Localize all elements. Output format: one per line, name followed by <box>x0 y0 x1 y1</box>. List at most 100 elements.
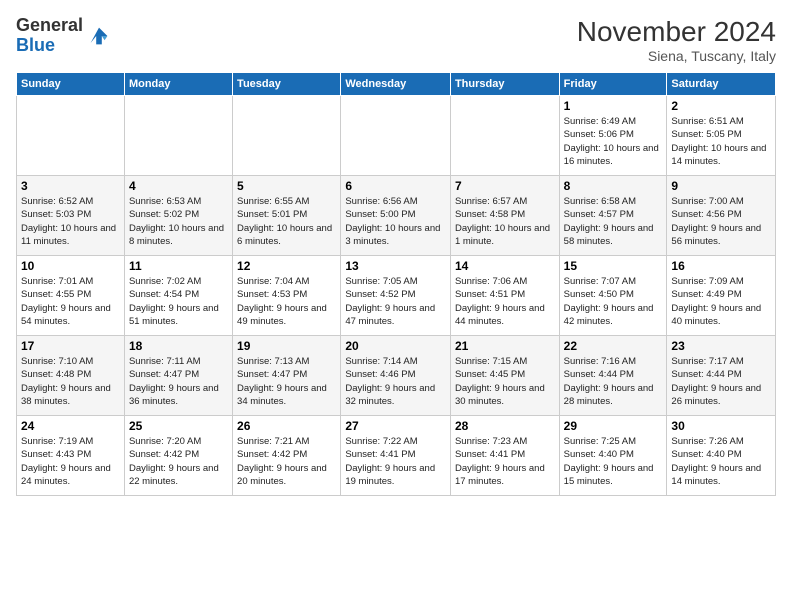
calendar-cell: 11Sunrise: 7:02 AM Sunset: 4:54 PM Dayli… <box>124 256 232 336</box>
location: Siena, Tuscany, Italy <box>577 48 776 64</box>
calendar-cell: 16 Sunrise: 7:09 AM Sunset: 4:49 PM Dayli… <box>667 256 776 336</box>
day-number: 8 <box>564 179 663 193</box>
day-info: Sunrise: 7:23 AM Sunset: 4:41 PM Dayligh… <box>455 435 555 488</box>
day-number: 16 <box>671 259 771 273</box>
day-info: Sunrise: 7:11 AM Sunset: 4:47 PM Dayligh… <box>129 355 228 408</box>
day-info: Sunrise: 6:56 AM Sunset: 5:00 PM Dayligh… <box>345 195 446 248</box>
calendar-cell: 23 Sunrise: 7:17 AM Sunset: 4:44 PM Dayli… <box>667 336 776 416</box>
day-number: 21 <box>455 339 555 353</box>
calendar-cell: 14 Sunrise: 7:06 AM Sunset: 4:51 PM Dayli… <box>450 256 559 336</box>
day-number: 24 <box>21 419 120 433</box>
weekday-header-saturday: Saturday <box>667 73 776 96</box>
day-number: 7 <box>455 179 555 193</box>
calendar-cell: 3 Sunrise: 6:52 AM Sunset: 5:03 PM Daylig… <box>17 176 125 256</box>
day-number: 5 <box>237 179 336 193</box>
calendar-cell: 7Sunrise: 6:57 AM Sunset: 4:58 PM Daylig… <box>450 176 559 256</box>
day-info: Sunrise: 6:51 AM Sunset: 5:05 PM Dayligh… <box>671 115 771 168</box>
day-info: Sunrise: 7:01 AM Sunset: 4:55 PM Dayligh… <box>21 275 120 328</box>
day-number: 4 <box>129 179 228 193</box>
calendar-cell <box>124 96 232 176</box>
calendar-cell: 25 Sunrise: 7:20 AM Sunset: 4:42 PM Dayli… <box>124 416 232 496</box>
calendar-cell: 8 Sunrise: 6:58 AM Sunset: 4:57 PM Daylig… <box>559 176 667 256</box>
day-info: Sunrise: 6:58 AM Sunset: 4:57 PM Dayligh… <box>564 195 663 248</box>
calendar-cell: 29 Sunrise: 7:25 AM Sunset: 4:40 PM Dayli… <box>559 416 667 496</box>
day-number: 19 <box>237 339 336 353</box>
day-info: Sunrise: 7:17 AM Sunset: 4:44 PM Dayligh… <box>671 355 771 408</box>
day-number: 20 <box>345 339 446 353</box>
day-info: Sunrise: 7:15 AM Sunset: 4:45 PM Dayligh… <box>455 355 555 408</box>
day-info: Sunrise: 7:21 AM Sunset: 4:42 PM Dayligh… <box>237 435 336 488</box>
day-number: 22 <box>564 339 663 353</box>
day-info: Sunrise: 7:09 AM Sunset: 4:49 PM Dayligh… <box>671 275 771 328</box>
calendar-table: SundayMondayTuesdayWednesdayThursdayFrid… <box>16 72 776 496</box>
calendar-cell: 2Sunrise: 6:51 AM Sunset: 5:05 PM Daylig… <box>667 96 776 176</box>
calendar-cell: 10Sunrise: 7:01 AM Sunset: 4:55 PM Dayli… <box>17 256 125 336</box>
day-info: Sunrise: 7:05 AM Sunset: 4:52 PM Dayligh… <box>345 275 446 328</box>
calendar-cell: 15Sunrise: 7:07 AM Sunset: 4:50 PM Dayli… <box>559 256 667 336</box>
calendar-cell: 5 Sunrise: 6:55 AM Sunset: 5:01 PM Daylig… <box>233 176 341 256</box>
month-title: November 2024 <box>577 16 776 48</box>
title-area: November 2024 Siena, Tuscany, Italy <box>577 16 776 64</box>
calendar-cell: 24 Sunrise: 7:19 AM Sunset: 4:43 PM Dayli… <box>17 416 125 496</box>
day-info: Sunrise: 7:07 AM Sunset: 4:50 PM Dayligh… <box>564 275 663 328</box>
calendar-cell <box>341 96 451 176</box>
day-info: Sunrise: 6:49 AM Sunset: 5:06 PM Dayligh… <box>564 115 663 168</box>
logo: General Blue <box>16 16 113 56</box>
day-number: 1 <box>564 99 663 113</box>
day-info: Sunrise: 7:19 AM Sunset: 4:43 PM Dayligh… <box>21 435 120 488</box>
day-info: Sunrise: 7:26 AM Sunset: 4:40 PM Dayligh… <box>671 435 771 488</box>
calendar-cell: 28 Sunrise: 7:23 AM Sunset: 4:41 PM Dayli… <box>450 416 559 496</box>
day-number: 30 <box>671 419 771 433</box>
day-number: 17 <box>21 339 120 353</box>
logo-blue: Blue <box>16 35 55 55</box>
calendar-week-4: 17 Sunrise: 7:10 AM Sunset: 4:48 PM Dayli… <box>17 336 776 416</box>
day-info: Sunrise: 6:52 AM Sunset: 5:03 PM Dayligh… <box>21 195 120 248</box>
day-info: Sunrise: 7:25 AM Sunset: 4:40 PM Dayligh… <box>564 435 663 488</box>
calendar-cell: 22 Sunrise: 7:16 AM Sunset: 4:44 PM Dayli… <box>559 336 667 416</box>
day-number: 23 <box>671 339 771 353</box>
day-info: Sunrise: 7:22 AM Sunset: 4:41 PM Dayligh… <box>345 435 446 488</box>
day-number: 3 <box>21 179 120 193</box>
day-info: Sunrise: 6:53 AM Sunset: 5:02 PM Dayligh… <box>129 195 228 248</box>
day-info: Sunrise: 7:20 AM Sunset: 4:42 PM Dayligh… <box>129 435 228 488</box>
calendar-cell: 27 Sunrise: 7:22 AM Sunset: 4:41 PM Dayli… <box>341 416 451 496</box>
calendar-cell: 20 Sunrise: 7:14 AM Sunset: 4:46 PM Dayli… <box>341 336 451 416</box>
day-number: 26 <box>237 419 336 433</box>
day-info: Sunrise: 7:14 AM Sunset: 4:46 PM Dayligh… <box>345 355 446 408</box>
day-number: 25 <box>129 419 228 433</box>
calendar-cell: 9 Sunrise: 7:00 AM Sunset: 4:56 PM Daylig… <box>667 176 776 256</box>
day-info: Sunrise: 7:04 AM Sunset: 4:53 PM Dayligh… <box>237 275 336 328</box>
day-info: Sunrise: 7:06 AM Sunset: 4:51 PM Dayligh… <box>455 275 555 328</box>
weekday-header-sunday: Sunday <box>17 73 125 96</box>
calendar-week-5: 24 Sunrise: 7:19 AM Sunset: 4:43 PM Dayli… <box>17 416 776 496</box>
day-number: 9 <box>671 179 771 193</box>
day-info: Sunrise: 7:16 AM Sunset: 4:44 PM Dayligh… <box>564 355 663 408</box>
calendar-week-3: 10Sunrise: 7:01 AM Sunset: 4:55 PM Dayli… <box>17 256 776 336</box>
weekday-header-thursday: Thursday <box>450 73 559 96</box>
weekday-header-wednesday: Wednesday <box>341 73 451 96</box>
logo-icon <box>85 22 113 50</box>
calendar-cell: 19Sunrise: 7:13 AM Sunset: 4:47 PM Dayli… <box>233 336 341 416</box>
calendar-cell <box>450 96 559 176</box>
day-info: Sunrise: 6:55 AM Sunset: 5:01 PM Dayligh… <box>237 195 336 248</box>
calendar-cell: 17 Sunrise: 7:10 AM Sunset: 4:48 PM Dayli… <box>17 336 125 416</box>
calendar-header-row: SundayMondayTuesdayWednesdayThursdayFrid… <box>17 73 776 96</box>
day-number: 29 <box>564 419 663 433</box>
day-number: 27 <box>345 419 446 433</box>
calendar-cell <box>233 96 341 176</box>
calendar-cell: 18 Sunrise: 7:11 AM Sunset: 4:47 PM Dayli… <box>124 336 232 416</box>
calendar-cell: 4 Sunrise: 6:53 AM Sunset: 5:02 PM Daylig… <box>124 176 232 256</box>
weekday-header-tuesday: Tuesday <box>233 73 341 96</box>
calendar-cell: 21 Sunrise: 7:15 AM Sunset: 4:45 PM Dayli… <box>450 336 559 416</box>
day-info: Sunrise: 7:10 AM Sunset: 4:48 PM Dayligh… <box>21 355 120 408</box>
day-number: 13 <box>345 259 446 273</box>
weekday-header-monday: Monday <box>124 73 232 96</box>
day-number: 18 <box>129 339 228 353</box>
calendar-cell: 26 Sunrise: 7:21 AM Sunset: 4:42 PM Dayli… <box>233 416 341 496</box>
calendar-cell: 12Sunrise: 7:04 AM Sunset: 4:53 PM Dayli… <box>233 256 341 336</box>
calendar-week-1: 1 Sunrise: 6:49 AM Sunset: 5:06 PM Daylig… <box>17 96 776 176</box>
calendar-cell: 30 Sunrise: 7:26 AM Sunset: 4:40 PM Dayli… <box>667 416 776 496</box>
day-number: 28 <box>455 419 555 433</box>
day-info: Sunrise: 7:00 AM Sunset: 4:56 PM Dayligh… <box>671 195 771 248</box>
day-number: 14 <box>455 259 555 273</box>
